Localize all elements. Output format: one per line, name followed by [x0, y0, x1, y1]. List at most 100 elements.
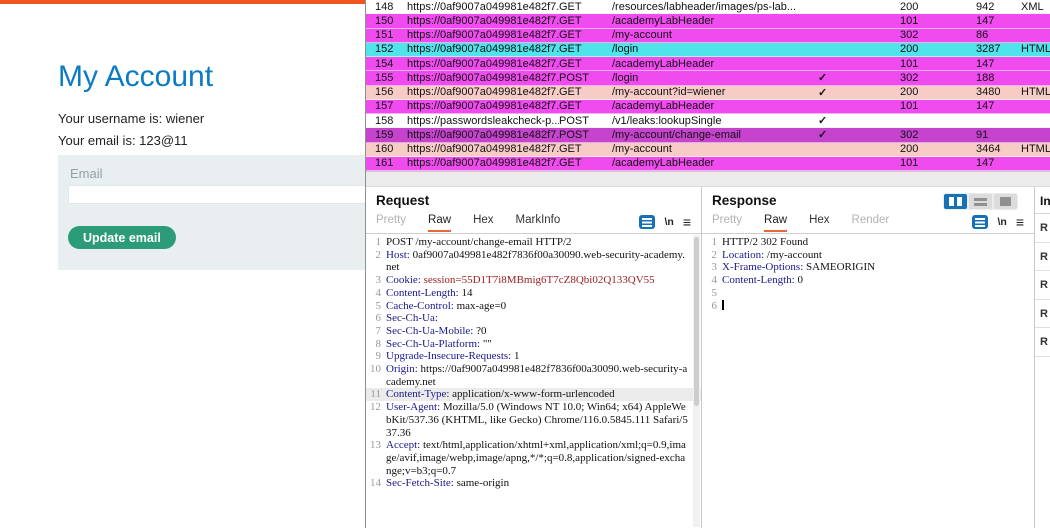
row-method: POST — [559, 129, 612, 141]
row-status: 200 — [900, 1, 976, 13]
tab-hex[interactable]: Hex — [473, 214, 493, 232]
line-text: Cookie: session=55D1T7i8MBmig6T7cZ8Qbi02… — [386, 274, 701, 287]
line-number: 4 — [702, 274, 717, 287]
code-line: 1POST /my-account/change-email HTTP/2 — [366, 236, 701, 249]
line-text: Sec-Ch-Ua-Platform: "" — [386, 338, 701, 351]
update-email-button[interactable]: Update email — [68, 226, 176, 249]
history-row[interactable]: 154https://0af9007a049981e482f7...GET/ac… — [366, 57, 1050, 71]
editor-menu-icon[interactable]: ≡ — [1016, 217, 1024, 227]
inspector-section[interactable]: R — [1035, 214, 1050, 243]
row-id: 156 — [366, 86, 407, 98]
code-line: 7Sec-Ch-Ua-Mobile: ?0 — [366, 325, 701, 338]
history-row[interactable]: 159https://0af9007a049981e482f7...POST/m… — [366, 128, 1050, 142]
tab-raw[interactable]: Raw — [428, 214, 451, 232]
line-number: 13 — [366, 439, 381, 452]
history-row[interactable]: 160https://0af9007a049981e482f7...GET/my… — [366, 143, 1050, 157]
email-input[interactable] — [68, 185, 365, 204]
row-mime: HTML — [1021, 86, 1050, 98]
text-cursor — [722, 300, 724, 310]
code-line: 4Content-Length: 0 — [702, 274, 1034, 287]
row-id: 161 — [366, 157, 407, 169]
history-row[interactable]: 158https://passwordsleakcheck-p...POST/v… — [366, 114, 1050, 128]
message-editor: Request Pretty Raw Hex MarkInfo \n ≡ 1POST /m… — [366, 187, 1050, 528]
row-status: 101 — [900, 58, 976, 70]
editor-format-icon[interactable] — [639, 215, 655, 229]
layout-single-button[interactable] — [994, 194, 1017, 209]
row-method: GET — [559, 143, 612, 155]
code-line: 11Content-Type: application/x-www-form-u… — [366, 388, 701, 401]
row-length: 147 — [976, 58, 1021, 70]
row-mime: HTML — [1021, 43, 1050, 55]
row-mime: HTML — [1021, 143, 1050, 155]
editor-menu-icon[interactable]: ≡ — [683, 217, 691, 227]
row-length: 3287 — [976, 43, 1021, 55]
tab-markinfo[interactable]: MarkInfo — [516, 214, 561, 232]
inspector-section[interactable]: R — [1035, 243, 1050, 272]
request-scrollbar[interactable] — [693, 235, 700, 527]
tab-hex[interactable]: Hex — [809, 214, 829, 232]
line-number: 4 — [366, 287, 381, 300]
row-id: 154 — [366, 58, 407, 70]
row-status: 101 — [900, 157, 976, 169]
row-length: 147 — [976, 157, 1021, 169]
editor-icons: \n ≡ — [639, 215, 691, 232]
nonprinting-chars-icon[interactable]: \n — [664, 216, 673, 228]
history-row[interactable]: 155https://0af9007a049981e482f7...POST/l… — [366, 71, 1050, 85]
layout-rows-button[interactable] — [969, 194, 992, 209]
line-number: 8 — [366, 338, 381, 351]
row-id: 151 — [366, 29, 407, 41]
burp-window: 148https://0af9007a049981e482f7...GET/re… — [365, 0, 1050, 528]
change-email-form: Email Update email — [58, 155, 365, 270]
history-row[interactable]: 157https://0af9007a049981e482f7...GET/ac… — [366, 100, 1050, 114]
line-text: Sec-Ch-Ua-Mobile: ?0 — [386, 325, 701, 338]
row-method: GET — [559, 15, 612, 27]
request-title: Request — [366, 187, 701, 208]
row-url: /login — [612, 72, 812, 84]
editor-layout-buttons — [943, 193, 1018, 210]
history-row[interactable]: 151https://0af9007a049981e482f7...GET/my… — [366, 29, 1050, 43]
tab-pretty[interactable]: Pretty — [376, 214, 406, 232]
code-line: 3X-Frame-Options: SAMEORIGIN — [702, 261, 1034, 274]
request-panel: Request Pretty Raw Hex MarkInfo \n ≡ 1POST /m… — [366, 187, 701, 528]
http-history-table: 148https://0af9007a049981e482f7...GET/re… — [366, 0, 1050, 171]
row-method: GET — [559, 1, 612, 13]
tab-pretty[interactable]: Pretty — [712, 214, 742, 232]
layout-columns-button[interactable] — [944, 194, 967, 209]
code-line: 13Accept: text/html,application/xhtml+xm… — [366, 439, 701, 477]
row-status: 302 — [900, 29, 976, 41]
editor-format-icon[interactable] — [972, 215, 988, 229]
history-row[interactable]: 148https://0af9007a049981e482f7...GET/re… — [366, 0, 1050, 14]
response-raw-view[interactable]: 1HTTP/2 302 Found2Location: /my-account3… — [702, 233, 1034, 528]
row-host: https://0af9007a049981e482f7... — [407, 86, 559, 98]
tab-raw[interactable]: Raw — [764, 214, 787, 232]
line-text: Origin: https://0af9007a049981e482f7836f… — [386, 363, 701, 388]
inspector-section[interactable]: R — [1035, 300, 1050, 329]
line-text: HTTP/2 302 Found — [722, 236, 1034, 249]
line-number: 5 — [702, 287, 717, 300]
line-text: Host: 0af9007a049981e482f7836f00a30090.w… — [386, 249, 701, 274]
history-row[interactable]: 161https://0af9007a049981e482f7...GET/ac… — [366, 157, 1050, 171]
request-raw-view[interactable]: 1POST /my-account/change-email HTTP/22Ho… — [366, 233, 701, 528]
inspector-sections: RRRRR — [1035, 214, 1050, 357]
tab-render[interactable]: Render — [852, 214, 890, 232]
row-method: POST — [559, 115, 612, 127]
row-method: GET — [559, 86, 612, 98]
email-label: Email — [70, 166, 103, 181]
history-row[interactable]: 150https://0af9007a049981e482f7...GET/ac… — [366, 14, 1050, 28]
row-host: https://0af9007a049981e482f7... — [407, 58, 559, 70]
row-host: https://0af9007a049981e482f7... — [407, 129, 559, 141]
line-number: 1 — [366, 236, 381, 249]
row-length: 3480 — [976, 86, 1021, 98]
history-row[interactable]: 152https://0af9007a049981e482f7...GET/lo… — [366, 43, 1050, 57]
line-number: 2 — [702, 249, 717, 262]
inspector-panel: In RRRRR — [1034, 187, 1050, 528]
row-method: POST — [559, 72, 612, 84]
history-row[interactable]: 156https://0af9007a049981e482f7...GET/my… — [366, 86, 1050, 100]
table-scrollbar[interactable] — [366, 171, 1050, 187]
row-host: https://0af9007a049981e482f7... — [407, 29, 559, 41]
inspector-section[interactable]: R — [1035, 328, 1050, 357]
inspector-section[interactable]: R — [1035, 271, 1050, 300]
line-text: Upgrade-Insecure-Requests: 1 — [386, 350, 701, 363]
line-text: Content-Type: application/x-www-form-url… — [386, 388, 701, 401]
nonprinting-chars-icon[interactable]: \n — [997, 216, 1006, 228]
